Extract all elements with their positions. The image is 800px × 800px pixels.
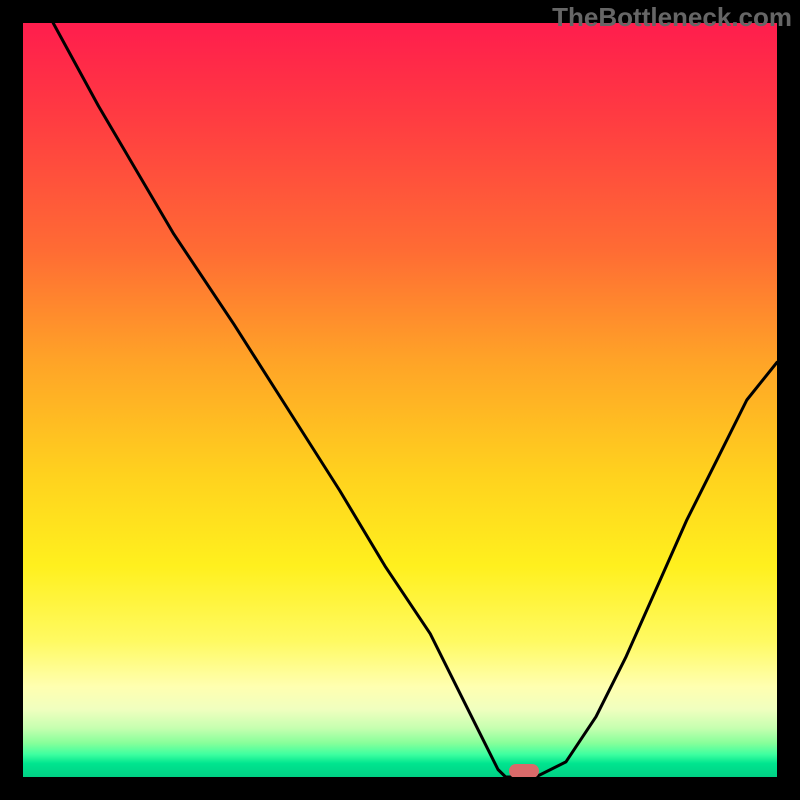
watermark-text: TheBottleneck.com (552, 2, 792, 33)
optimal-marker-icon (509, 764, 539, 777)
chart-container: TheBottleneck.com (0, 0, 800, 800)
bottleneck-curve (23, 23, 777, 777)
plot-area (23, 23, 777, 777)
